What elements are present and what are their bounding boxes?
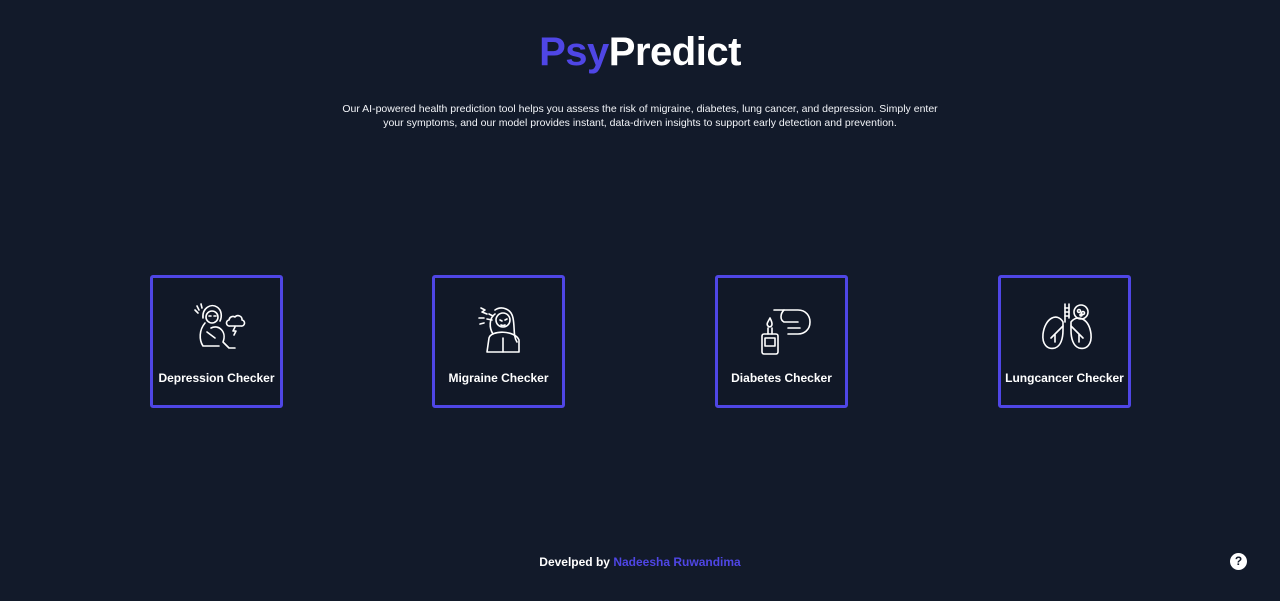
migraine-checker-card[interactable]: Migraine Checker (432, 275, 565, 408)
title-accent: Psy (539, 30, 609, 74)
footer-credit: Develped by Nadeesha Ruwandima (0, 555, 1280, 569)
footer-prefix: Develped by (539, 555, 610, 569)
page-title: PsyPredict (0, 28, 1280, 76)
diabetes-checker-label: Diabetes Checker (731, 371, 832, 385)
lungcancer-checker-card[interactable]: Lungcancer Checker (998, 275, 1131, 408)
diabetes-checker-card[interactable]: Diabetes Checker (715, 275, 848, 408)
title-main: Predict (608, 30, 742, 74)
glucose-meter-icon (754, 298, 814, 358)
migraine-checker-label: Migraine Checker (448, 371, 549, 385)
lungs-icon (1037, 298, 1097, 358)
migraine-headache-icon (471, 298, 531, 358)
author-link[interactable]: Nadeesha Ruwandima (613, 555, 740, 569)
depressed-person-icon (189, 298, 249, 358)
intro-text: Our AI-powered health prediction tool he… (342, 103, 938, 129)
lungcancer-checker-label: Lungcancer Checker (1005, 371, 1124, 385)
page: PsyPredict Our AI-powered health predict… (0, 0, 1280, 601)
depression-checker-card[interactable]: Depression Checker (150, 275, 283, 408)
depression-checker-label: Depression Checker (158, 371, 275, 385)
question-circle-icon[interactable]: ? (1230, 553, 1247, 570)
